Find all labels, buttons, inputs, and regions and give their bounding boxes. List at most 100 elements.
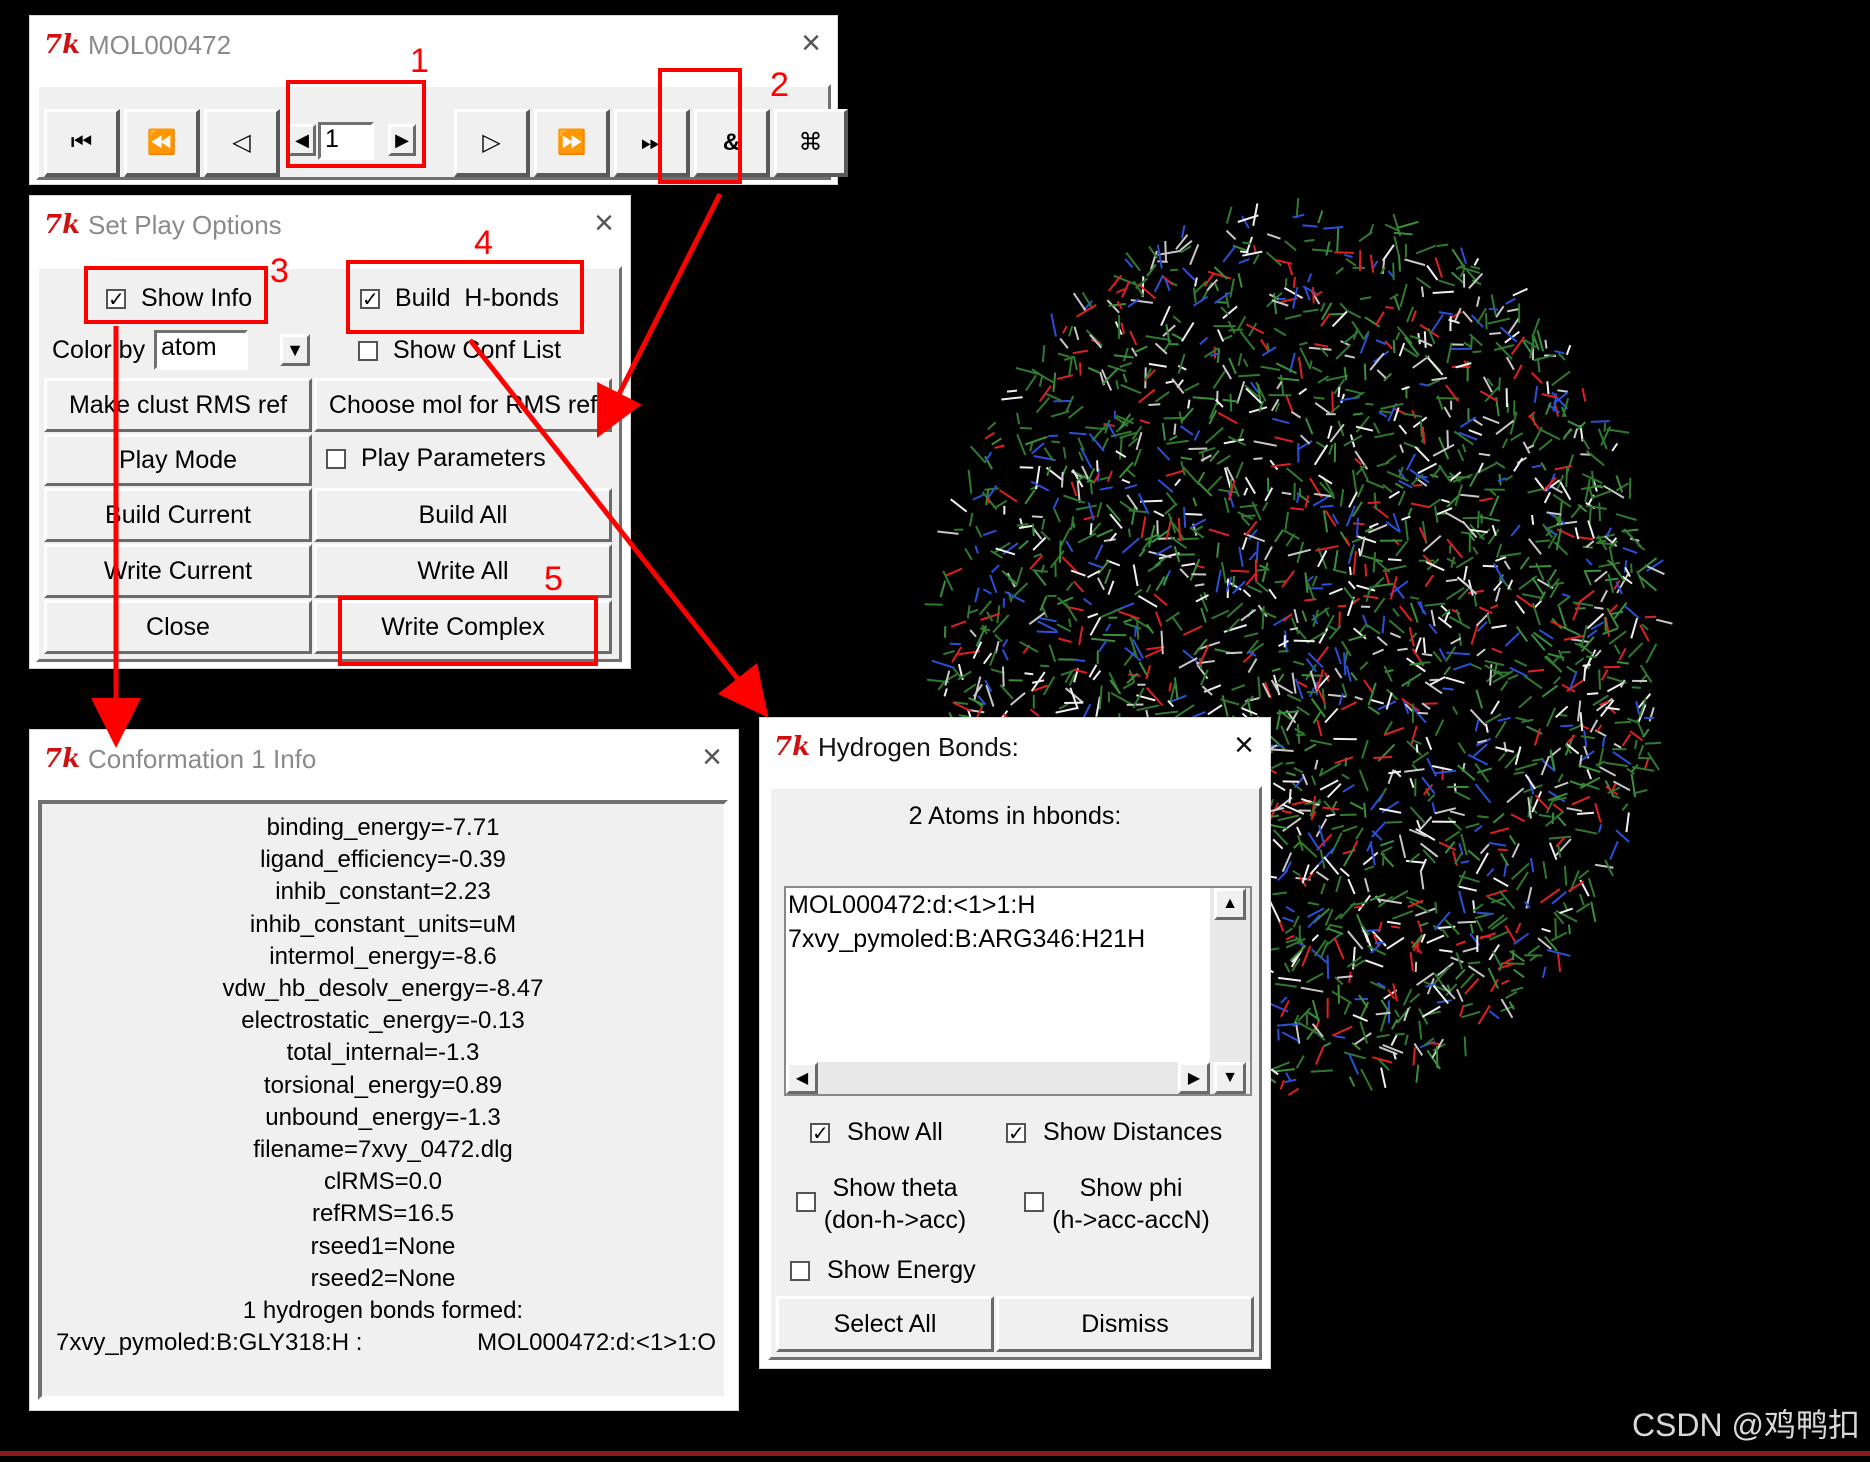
info-line: 1 hydrogen bonds formed: (242, 1297, 524, 1325)
horizontal-scrollbar[interactable]: ◀ ▶ (786, 1062, 1210, 1094)
info-line: vdw_hb_desolv_energy=-8.47 (222, 975, 544, 1003)
info-line: unbound_energy=-1.3 (265, 1103, 501, 1131)
tk-logo-icon: 7k (44, 210, 81, 240)
hbonds-titlebar: 7k Hydrogen Bonds: × (760, 718, 1270, 776)
info-line: inhib_constant_units=uM (249, 910, 517, 938)
list-item[interactable]: 7xvy_pymoled:B:ARG346:H21H (786, 922, 1210, 956)
info-line: rseed1=None (310, 1232, 456, 1260)
write-current-button[interactable]: Write Current (44, 544, 312, 598)
watermark: CSDN @鸡鸭扣 (1631, 1407, 1860, 1443)
annotation-number: 2 (770, 66, 789, 104)
checkbox-unchecked-icon (790, 1261, 810, 1282)
select-all-button[interactable]: Select All (776, 1296, 994, 1352)
annotation-number: 1 (410, 42, 429, 80)
info-line: refRMS=16.5 (311, 1200, 455, 1228)
build-current-button[interactable]: Build Current (44, 488, 312, 542)
show-all-checkbox[interactable]: ✓ Show All (810, 1118, 943, 1147)
annotation-number: 5 (544, 560, 563, 598)
show-energy-label: Show Energy (826, 1256, 976, 1284)
vertical-scrollbar[interactable]: ▲ ▼ (1210, 888, 1250, 1094)
prev-button[interactable]: ◁ (204, 109, 280, 177)
show-phi-checkbox[interactable] (1024, 1192, 1044, 1212)
show-conf-list-checkbox[interactable]: Show Conf List (358, 336, 561, 365)
dismiss-button[interactable]: Dismiss (996, 1296, 1254, 1352)
player-titlebar: 7k MOL000472 × (30, 16, 837, 74)
checkbox-unchecked-icon (326, 449, 346, 470)
hbond-line: 7xvy_pymoled:B:GLY318:H : MOL000472:d:<1… (42, 1327, 724, 1359)
tk-logo-icon: 7k (44, 30, 81, 60)
bottom-rule (0, 1451, 1870, 1456)
scroll-up-icon[interactable]: ▲ (1214, 888, 1246, 920)
command-button[interactable]: ⌘ (774, 109, 848, 177)
close-icon[interactable]: × (801, 24, 821, 63)
conf-info-body: binding_energy=-7.71 ligand_efficiency=-… (38, 800, 728, 1400)
tk-logo-icon: 7k (44, 744, 81, 774)
conformation-info-window: 7k Conformation 1 Info × binding_energy=… (30, 730, 738, 1410)
play-options-titlebar: 7k Set Play Options × (30, 196, 630, 254)
show-distances-checkbox[interactable]: ✓ Show Distances (1006, 1118, 1222, 1147)
color-by-label: Color by (52, 336, 146, 364)
annotation-box-write-complex (338, 596, 598, 666)
chevron-down-icon[interactable]: ▼ (280, 334, 310, 366)
scroll-right-icon[interactable]: ▶ (1178, 1062, 1210, 1094)
build-all-button[interactable]: Build All (314, 488, 612, 542)
hbonds-heading: 2 Atoms in hbonds: (908, 802, 1122, 830)
info-line: torsional_energy=0.89 (263, 1071, 503, 1099)
show-conf-list-label: Show Conf List (392, 336, 562, 364)
write-all-button[interactable]: Write All (314, 544, 612, 598)
checkbox-checked-icon: ✓ (1006, 1123, 1026, 1146)
show-theta-checkbox[interactable] (796, 1192, 816, 1212)
hbonds-listbox: MOL000472:d:<1>1:H 7xvy_pymoled:B:ARG346… (784, 886, 1252, 1096)
checkbox-checked-icon: ✓ (810, 1123, 830, 1146)
info-line: clRMS=0.0 (323, 1168, 443, 1196)
annotation-box-frame-spinner (286, 80, 426, 168)
close-button[interactable]: Close (44, 600, 312, 654)
hbonds-list[interactable]: MOL000472:d:<1>1:H 7xvy_pymoled:B:ARG346… (786, 888, 1210, 1062)
next-fast-button[interactable]: ⏩ (534, 109, 610, 177)
checkbox-unchecked-icon (358, 341, 378, 362)
tk-logo-icon: 7k (774, 732, 811, 762)
conf-info-titlebar: 7k Conformation 1 Info × (30, 730, 738, 788)
show-theta-line1: Show theta (832, 1174, 958, 1202)
next-button[interactable]: ▷ (454, 109, 530, 177)
info-line: binding_energy=-7.71 (266, 814, 500, 841)
show-phi-line2: (h->acc-accN) (1052, 1206, 1210, 1234)
annotation-box-build-hbonds (346, 260, 584, 334)
first-frame-button[interactable]: ⏮ (44, 109, 120, 177)
conf-info-title: Conformation 1 Info (88, 743, 317, 774)
close-icon[interactable]: × (594, 204, 614, 243)
show-all-label: Show All (846, 1118, 943, 1146)
scroll-left-icon[interactable]: ◀ (786, 1062, 818, 1094)
color-by-field[interactable]: atom (154, 330, 248, 370)
conf-info-lines: binding_energy=-7.71 ligand_efficiency=-… (42, 812, 724, 1359)
show-distances-label: Show Distances (1042, 1118, 1223, 1146)
play-parameters-checkbox[interactable]: Play Parameters (326, 444, 546, 473)
hbonds-title: Hydrogen Bonds: (818, 731, 1019, 762)
show-energy-checkbox[interactable]: Show Energy (790, 1256, 976, 1285)
info-line: ligand_efficiency=-0.39 (260, 846, 506, 874)
play-mode-button[interactable]: Play Mode (44, 434, 312, 486)
info-line: filename=7xvy_0472.dlg (253, 1136, 513, 1164)
annotation-box-options-button (658, 68, 742, 184)
prev-fast-button[interactable]: ⏪ (124, 109, 200, 177)
play-options-title: Set Play Options (88, 209, 282, 240)
close-icon[interactable]: × (702, 738, 722, 777)
show-phi-line1: Show phi (1079, 1174, 1183, 1202)
choose-mol-rms-ref-button[interactable]: Choose mol for RMS ref (314, 378, 612, 432)
info-line: rseed2=None (310, 1264, 456, 1292)
scroll-down-icon[interactable]: ▼ (1214, 1062, 1246, 1094)
make-clust-rms-ref-button[interactable]: Make clust RMS ref (44, 378, 312, 432)
hydrogen-bonds-window: 7k Hydrogen Bonds: × 2 Atoms in hbonds: … (760, 718, 1270, 1368)
close-icon[interactable]: × (1234, 726, 1254, 765)
show-theta-label: Show theta (don-h->acc) (820, 1172, 970, 1236)
player-title: MOL000472 (88, 29, 232, 60)
show-phi-label: Show phi (h->acc-accN) (1050, 1172, 1212, 1236)
annotation-box-show-info (84, 266, 268, 324)
annotation-number: 3 (270, 252, 289, 290)
info-line: total_internal=-1.3 (286, 1039, 480, 1067)
info-line: intermol_energy=-8.6 (269, 942, 497, 970)
annotation-number: 4 (474, 224, 493, 262)
list-item[interactable]: MOL000472:d:<1>1:H (786, 888, 1210, 922)
hbond-acceptor: MOL000472:d:<1>1:O (477, 1329, 716, 1357)
show-theta-line2: (don-h->acc) (823, 1206, 967, 1234)
